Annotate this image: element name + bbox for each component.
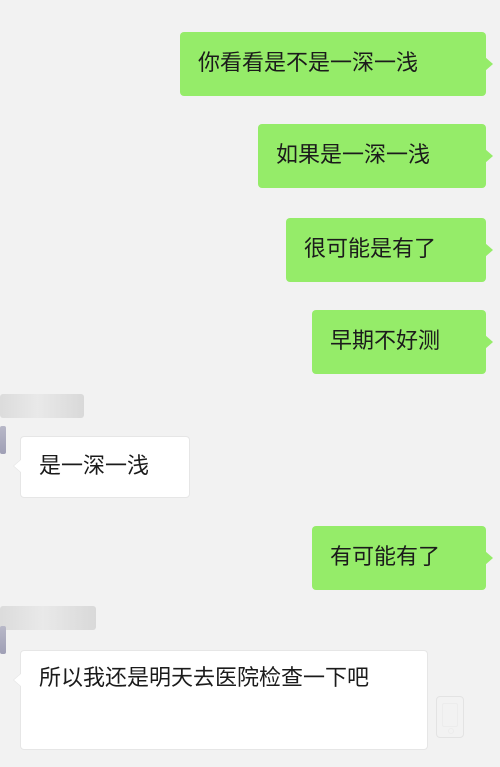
message-bubble-sent[interactable]: 有可能有了 xyxy=(312,526,486,590)
chat-message-list: 你看看是不是一深一浅 如果是一深一浅 很可能是有了 早期不好测 是一深一浅 有可… xyxy=(0,0,500,767)
message-text: 如果是一深一浅 xyxy=(276,143,431,168)
sender-avatar-edge xyxy=(0,626,6,654)
message-text: 所以我还是明天去医院检查一下吧 xyxy=(39,666,370,691)
message-text: 早期不好测 xyxy=(330,329,441,354)
message-text: 是一深一浅 xyxy=(39,454,150,479)
message-bubble-received[interactable]: 是一深一浅 xyxy=(13,436,190,498)
message-bubble-sent[interactable]: 如果是一深一浅 xyxy=(258,124,486,188)
message-bubble-sent[interactable]: 很可能是有了 xyxy=(286,218,486,282)
message-bubble-sent[interactable]: 你看看是不是一深一浅 xyxy=(180,32,486,96)
message-bubble-sent[interactable]: 早期不好测 xyxy=(312,310,486,374)
sender-avatar-edge xyxy=(0,426,6,454)
message-bubble-received[interactable]: 所以我还是明天去医院检查一下吧 xyxy=(13,650,428,750)
message-text: 你看看是不是一深一浅 xyxy=(198,51,419,76)
message-text: 有可能有了 xyxy=(330,545,441,570)
message-text: 很可能是有了 xyxy=(304,237,437,262)
sender-name-redacted xyxy=(0,394,84,418)
sender-name-redacted xyxy=(0,606,96,630)
phone-icon xyxy=(436,696,464,738)
